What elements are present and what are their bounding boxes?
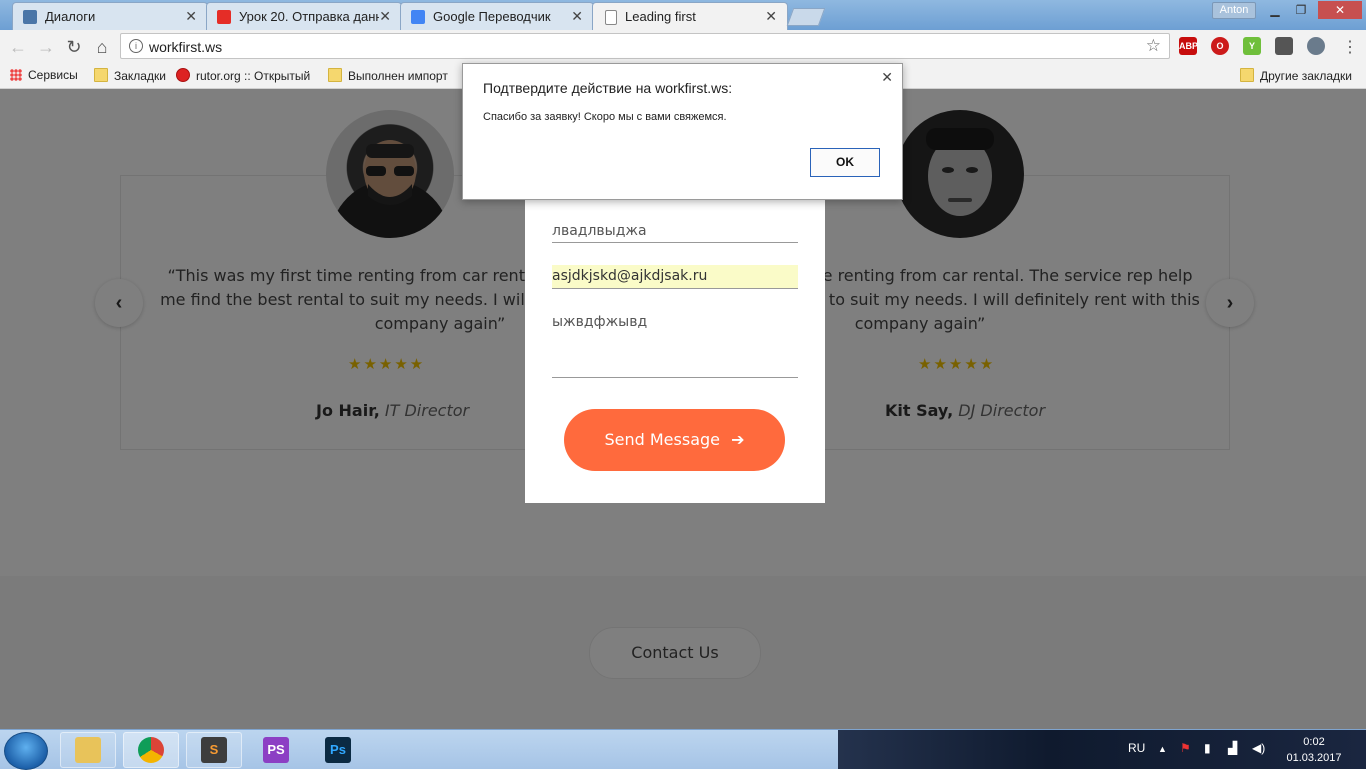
taskbar-explorer[interactable] [60, 732, 116, 768]
tab-leading-first[interactable]: Leading first ✕ [592, 2, 788, 30]
dialog-message: Спасибо за заявку! Скоро мы с вами свяже… [483, 111, 727, 123]
folder-icon [328, 68, 342, 82]
taskbar-chrome[interactable] [123, 732, 179, 768]
apps-icon [10, 69, 22, 81]
chrome-icon [138, 737, 164, 763]
sublime-icon: S [201, 737, 227, 763]
reload-icon[interactable]: ↻ [64, 37, 84, 58]
rutor-icon [176, 68, 190, 82]
address-bar[interactable]: i workfirst.ws ☆ [120, 33, 1170, 59]
folder-icon [94, 68, 108, 82]
start-button[interactable] [4, 732, 48, 770]
ok-button[interactable]: OK [810, 148, 880, 177]
taskbar-sublime[interactable]: S [186, 732, 242, 768]
info-icon[interactable]: i [129, 39, 143, 53]
tab-strip: Диалоги ✕ Урок 20. Отправка данных ✕ Goo… [0, 0, 1366, 30]
bookmark-star-icon[interactable]: ☆ [1146, 36, 1161, 56]
phpstorm-icon: PS [263, 737, 289, 763]
tray-flag-icon[interactable]: ⚑ [1180, 741, 1191, 755]
new-tab-button[interactable] [786, 8, 826, 26]
restore-button[interactable]: ❐ [1288, 1, 1314, 19]
tab-dialogs[interactable]: Диалоги ✕ [12, 2, 208, 30]
forward-icon[interactable]: → [36, 37, 56, 58]
chat-icon [23, 10, 37, 24]
browser-toolbar: ← → ↻ ⌂ i workfirst.ws ☆ ABP O Y ⋮ [0, 30, 1366, 64]
translate-icon [411, 10, 425, 24]
tab-youtube[interactable]: Урок 20. Отправка данных ✕ [206, 2, 402, 30]
profile-button[interactable]: Anton [1212, 2, 1256, 19]
message-textarea[interactable]: ыжвдфжывд [552, 312, 798, 378]
network-icon[interactable]: ▟ [1228, 741, 1237, 755]
window-close-button[interactable]: ✕ [1318, 1, 1362, 19]
tab-translate[interactable]: Google Переводчик ✕ [400, 2, 594, 30]
close-icon[interactable]: ✕ [379, 8, 391, 25]
opera-vpn-icon[interactable]: O [1211, 37, 1229, 55]
tab-label: Google Переводчик [433, 9, 551, 24]
youtube-icon [217, 10, 231, 24]
send-label: Send Message [604, 430, 720, 449]
close-icon[interactable]: ✕ [571, 8, 583, 25]
close-icon[interactable]: ✕ [765, 8, 777, 25]
page-icon [605, 10, 617, 25]
send-message-button[interactable]: Send Message ➔ [564, 409, 785, 471]
adblock-icon[interactable]: ABP [1179, 37, 1198, 55]
minimize-button[interactable]: ▁ [1262, 1, 1288, 19]
taskbar-photoshop[interactable]: Ps [310, 732, 366, 768]
bookmark-rutor[interactable]: rutor.org :: Открытый [176, 68, 310, 83]
url-text: workfirst.ws [149, 39, 223, 55]
clock-date: 01.03.2017 [1286, 752, 1342, 764]
bookmark-imported[interactable]: Выполнен импорт [328, 68, 448, 83]
taskbar-phpstorm[interactable]: PS [248, 732, 304, 768]
folder-icon [75, 737, 101, 763]
clock[interactable]: 0:02 01.03.2017 [1284, 734, 1344, 766]
close-icon[interactable]: ✕ [881, 69, 893, 86]
tray-expand-icon[interactable]: ▲ [1158, 744, 1167, 754]
contact-modal: лвадлвыджа asjdkjskd@ajkdjsak.ru ыжвдфжы… [525, 199, 825, 503]
folder-icon [1240, 68, 1254, 82]
photoshop-icon: Ps [325, 737, 351, 763]
dialog-title: Подтвердите действие на workfirst.ws: [483, 80, 733, 96]
menu-icon[interactable]: ⋮ [1340, 37, 1360, 57]
confirm-dialog: Подтвердите действие на workfirst.ws: Сп… [462, 63, 903, 200]
taskbar: S PS Ps RU ▲ ⚑ ▮ ▟ ◀) 0:02 01.03.2017 [0, 729, 1366, 770]
name-field[interactable]: лвадлвыджа [552, 221, 798, 243]
email-field[interactable]: asjdkjskd@ajkdjsak.ru [552, 265, 798, 289]
back-icon[interactable]: ← [8, 37, 28, 58]
extension-eye-icon[interactable] [1307, 37, 1325, 55]
tray-device-icon[interactable]: ▮ [1204, 741, 1211, 755]
home-icon[interactable]: ⌂ [92, 37, 112, 58]
extension-camera-icon[interactable] [1275, 37, 1293, 55]
clock-time: 0:02 [1303, 736, 1325, 748]
bookmark-services[interactable]: Сервисы [10, 68, 78, 82]
arrow-right-icon: ➔ [731, 430, 745, 449]
close-icon[interactable]: ✕ [185, 8, 197, 25]
extension-y-icon[interactable]: Y [1243, 37, 1261, 55]
tab-label: Урок 20. Отправка данных [239, 9, 379, 24]
bookmark-other[interactable]: Другие закладки [1240, 68, 1352, 83]
volume-icon[interactable]: ◀) [1252, 741, 1265, 755]
bookmark-zakladki[interactable]: Закладки [94, 68, 166, 83]
tab-label: Диалоги [45, 9, 96, 24]
language-indicator[interactable]: RU [1128, 741, 1145, 755]
tab-label: Leading first [625, 9, 696, 24]
